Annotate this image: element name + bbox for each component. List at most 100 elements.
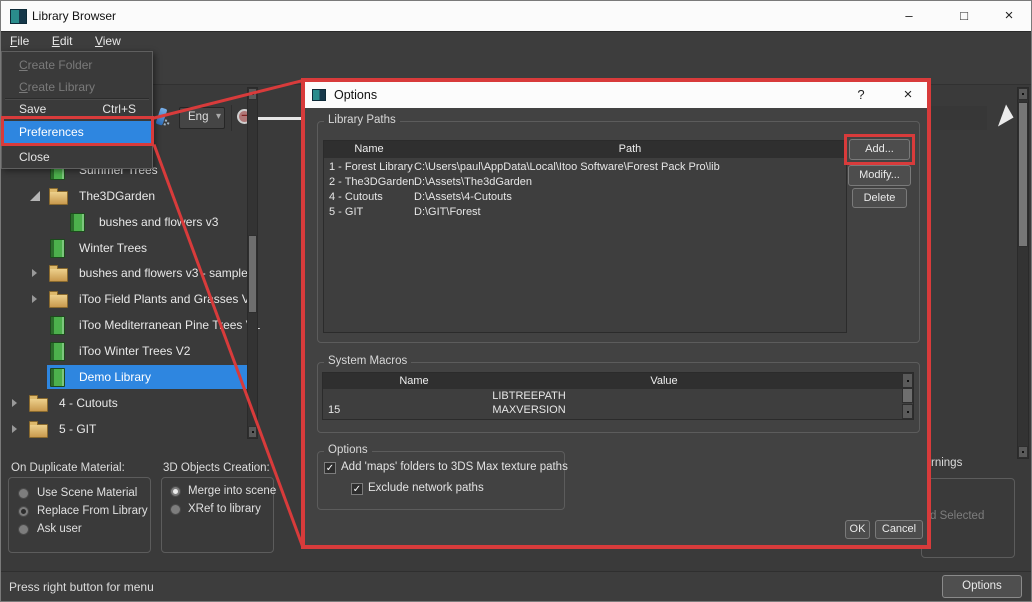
radio-merge-into-scene[interactable]: [170, 486, 181, 497]
library-paths-groupbox: Library Paths Name Path 1 - Forest Libra…: [317, 121, 920, 343]
tree-item-label: iToo Field Plants and Grasses V1: [79, 292, 256, 306]
folder-icon: [29, 424, 48, 438]
table-row[interactable]: 1 - Forest Library C:\Users\paul\AppData…: [324, 159, 846, 174]
table-row[interactable]: 4 - Cutouts D:\Assets\4-Cutouts: [324, 189, 846, 204]
folder-icon: [49, 268, 68, 282]
tree-row[interactable]: iToo Mediterranean Pine Trees V1: [1, 312, 247, 338]
table-header: Name Path: [324, 141, 846, 158]
scroll-down-button[interactable]: [902, 404, 913, 419]
annotation-box-preferences: [1, 116, 154, 146]
cell-name: 1 - Forest Library: [324, 161, 414, 173]
minimize-button[interactable]: –: [887, 1, 931, 31]
ok-button[interactable]: OK: [845, 520, 870, 539]
collapsed-arrow-icon[interactable]: [32, 295, 37, 303]
collapsed-arrow-icon[interactable]: [12, 425, 17, 433]
dialog-help-button[interactable]: ?: [850, 82, 872, 108]
close-button[interactable]: ×: [987, 1, 1031, 31]
menu-view[interactable]: View: [86, 32, 130, 48]
radio-label[interactable]: Merge into scene: [188, 485, 276, 497]
content-scrollbar[interactable]: [1017, 87, 1029, 459]
tree-row[interactable]: 4 - Cutouts: [1, 390, 247, 416]
scrollbar-thumb[interactable]: [902, 388, 913, 403]
menu-edit[interactable]: Edit: [43, 32, 82, 48]
column-name[interactable]: Name: [323, 375, 505, 387]
cell-path: D:\Assets\4-Cutouts: [414, 191, 846, 203]
cell-path: C:\Users\paul\AppData\Local\Itoo Softwar…: [414, 161, 846, 173]
tree-scrollbar[interactable]: [247, 87, 258, 439]
collapsed-arrow-icon[interactable]: [32, 269, 37, 277]
column-name[interactable]: Name: [324, 143, 414, 155]
checkbox-exclude-network-paths[interactable]: ✓: [351, 483, 363, 495]
menu-item-close[interactable]: Close: [2, 146, 152, 168]
cancel-button[interactable]: Cancel: [875, 520, 923, 539]
file-menu-dropdown: Create Folder Create Library Save Ctrl+S…: [1, 51, 153, 169]
radio-use-scene-material[interactable]: [18, 488, 29, 499]
annotation-box-add: [844, 134, 915, 165]
tree-row[interactable]: The3DGarden: [1, 183, 247, 209]
library-book-icon: [50, 368, 65, 387]
radio-label[interactable]: XRef to library: [188, 503, 261, 515]
table-header: Name Value: [323, 373, 902, 389]
menu-item-create-library: Create Library: [2, 76, 152, 98]
expanded-arrow-icon[interactable]: [30, 191, 40, 201]
scrollbar-thumb[interactable]: [1018, 102, 1028, 247]
tree-item-label: bushes and flowers v3 - sample: [79, 266, 248, 280]
radio-ask-user[interactable]: [18, 524, 29, 535]
library-book-icon: [50, 316, 65, 335]
scroll-up-button[interactable]: [1018, 88, 1028, 100]
menu-item-create-folder: Create Folder: [2, 54, 152, 76]
maximize-button[interactable]: □: [942, 1, 986, 31]
tree-row[interactable]: bushes and flowers v3: [1, 209, 247, 235]
column-path[interactable]: Path: [414, 143, 846, 155]
statusbar: Press right button for menu Options: [1, 571, 1032, 602]
scroll-up-button[interactable]: [902, 373, 913, 388]
duplicate-material-title: On Duplicate Material:: [11, 462, 125, 474]
options-dialog: Options ? × Library Paths Name Path 1 - …: [301, 78, 931, 549]
tree-item-label: Winter Trees: [79, 241, 147, 255]
tree-item-label: bushes and flowers v3: [99, 215, 218, 229]
delete-button[interactable]: Delete: [852, 188, 907, 208]
cell-name: 4 - Cutouts: [324, 191, 414, 203]
app-icon: [10, 9, 27, 24]
dialog-close-button[interactable]: ×: [897, 82, 919, 108]
radio-replace-from-library[interactable]: [18, 506, 29, 517]
cell-name: 5 - GIT: [324, 206, 414, 218]
macro-name[interactable]: MAXVERSION: [383, 404, 675, 416]
tree-row[interactable]: bushes and flowers v3 - sample: [1, 260, 247, 286]
modify-button[interactable]: Modify...: [848, 165, 911, 186]
scroll-down-button[interactable]: [1018, 446, 1028, 458]
scrollbar-thumb[interactable]: [248, 235, 257, 313]
dialog-body: Library Paths Name Path 1 - Forest Libra…: [305, 108, 927, 545]
library-book-icon: [50, 239, 65, 258]
checkbox-add-maps-folders[interactable]: ✓: [324, 462, 336, 474]
menu-file[interactable]: File: [1, 32, 38, 48]
radio-label[interactable]: Ask user: [37, 523, 82, 535]
library-browser-window: Library Browser – □ × File Edit View Eng…: [0, 0, 1032, 602]
table-row[interactable]: 5 - GIT D:\GIT\Forest: [324, 204, 846, 219]
table-row[interactable]: 2 - The3DGarden D:\Assets\The3dGarden: [324, 174, 846, 189]
tree-row[interactable]: iToo Winter Trees V2: [1, 338, 247, 364]
radio-xref-to-library[interactable]: [170, 504, 181, 515]
tree-row[interactable]: 5 - GIT: [1, 416, 247, 442]
checkbox-label[interactable]: Exclude network paths: [368, 482, 484, 494]
radio-label[interactable]: Replace From Library: [37, 505, 148, 517]
column-value[interactable]: Value: [523, 375, 805, 387]
tree-item-label: iToo Winter Trees V2: [79, 344, 190, 358]
checkbox-label[interactable]: Add 'maps' folders to 3DS Max texture pa…: [341, 461, 568, 473]
window-title: Library Browser: [32, 1, 116, 31]
tree-item-label: 5 - GIT: [59, 422, 96, 436]
system-macros-table[interactable]: Name Value LIBTREEPATH 15 MAXVERSION: [322, 372, 914, 420]
library-paths-title: Library Paths: [324, 114, 400, 126]
tree-row-selected[interactable]: Demo Library: [1, 364, 247, 390]
macro-name[interactable]: LIBTREEPATH: [383, 390, 675, 402]
scroll-down-button[interactable]: [248, 426, 257, 438]
dialog-icon: [312, 89, 326, 101]
collapsed-arrow-icon[interactable]: [12, 399, 17, 407]
library-paths-table[interactable]: Name Path 1 - Forest Library C:\Users\pa…: [323, 140, 847, 333]
table-scrollbar[interactable]: [902, 373, 913, 419]
tree-row[interactable]: Winter Trees: [1, 235, 247, 261]
radio-label[interactable]: Use Scene Material: [37, 487, 137, 499]
objects-creation-title: 3D Objects Creation:: [163, 462, 270, 474]
options-button[interactable]: Options: [942, 575, 1022, 598]
plant-tool-icon[interactable]: [990, 105, 1013, 127]
